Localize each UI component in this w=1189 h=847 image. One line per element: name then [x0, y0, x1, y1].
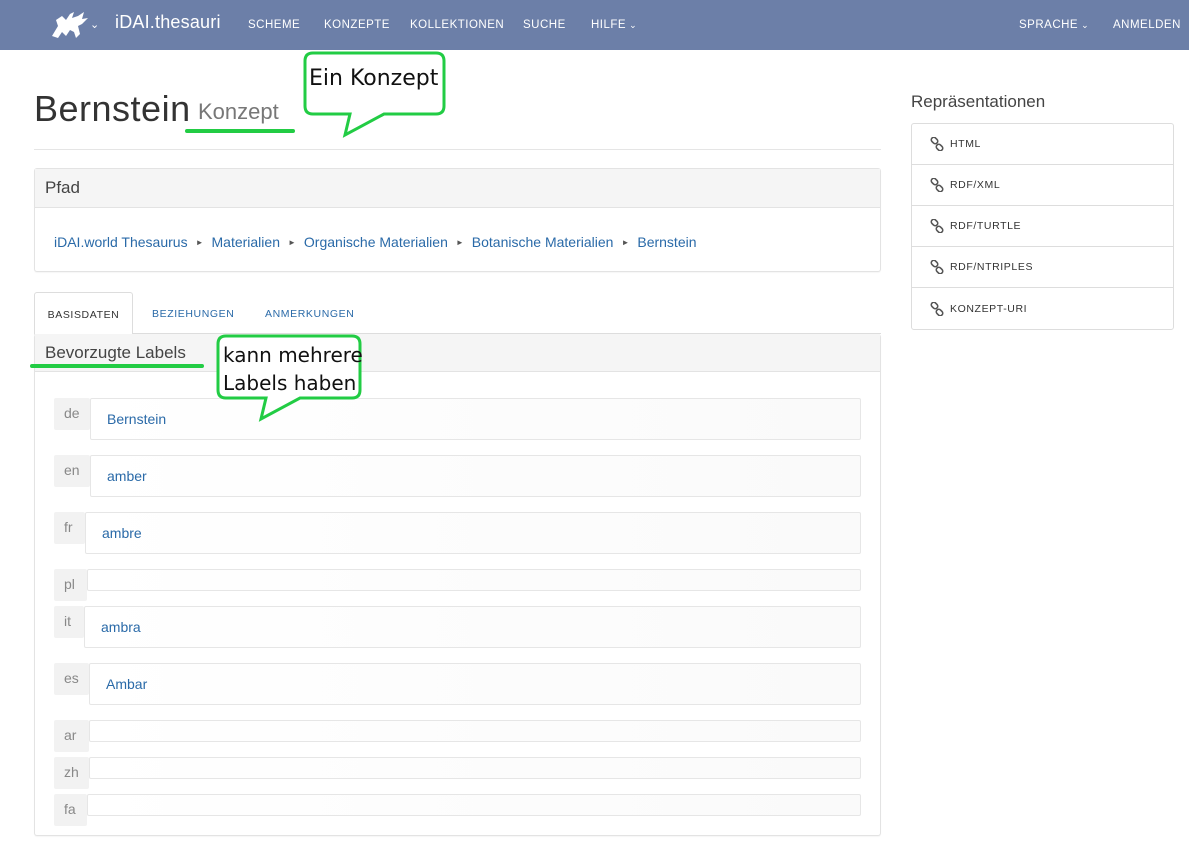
- nav-kollektionen[interactable]: KOLLEKTIONEN: [410, 19, 504, 31]
- label-value-box: Ambar: [89, 663, 861, 705]
- tab-beziehungen[interactable]: BEZIEHUNGEN: [152, 292, 234, 334]
- rep-label: RDF/NTRIPLES: [950, 261, 1034, 273]
- link-icon: [930, 178, 944, 192]
- tab-basisdaten[interactable]: BASISDATEN: [34, 292, 133, 335]
- link-icon: [930, 260, 944, 274]
- language-code: pl: [54, 569, 87, 601]
- callout-text: kann mehrere: [223, 343, 363, 367]
- divider: [34, 149, 881, 150]
- chevron-down-icon: ⌄: [629, 20, 638, 30]
- language-code: de: [54, 398, 90, 430]
- label-value-box: ambra: [84, 606, 861, 648]
- link-icon: [930, 301, 944, 316]
- page-subtitle: Konzept: [198, 99, 279, 124]
- breadcrumb-separator-icon: ►: [195, 238, 204, 247]
- nav-sprache[interactable]: SPRACHE ⌄: [1019, 19, 1089, 31]
- language-code: en: [54, 455, 90, 487]
- breadcrumb: iDAI.world Thesaurus ► Materialien ► Organis…: [54, 234, 697, 250]
- language-code: it: [54, 606, 84, 638]
- tab-anmerkungen[interactable]: ANMERKUNGEN: [265, 292, 354, 334]
- label-value-box: [89, 720, 861, 742]
- label-link[interactable]: Ambar: [106, 676, 147, 692]
- rep-label: RDF/TURTLE: [950, 220, 1022, 232]
- representations-title: Repräsentationen: [911, 92, 1046, 111]
- griffin-logo-icon[interactable]: [48, 10, 90, 40]
- breadcrumb-link[interactable]: iDAI.world Thesaurus: [54, 234, 188, 250]
- language-code: fa: [54, 794, 87, 826]
- rep-rdfturtle-link[interactable]: RDF/TURTLE: [912, 206, 1173, 247]
- label-value-box: [87, 794, 861, 816]
- rep-html-link[interactable]: HTML: [912, 124, 1173, 165]
- top-navbar: ⌄ iDAI.thesauri SCHEME KONZEPTE KOLLEKTI…: [0, 0, 1189, 50]
- label-value-box: amber: [90, 455, 861, 497]
- rep-rdfxml-link[interactable]: RDF/XML: [912, 165, 1173, 206]
- language-code: es: [54, 663, 89, 695]
- nav-anmelden[interactable]: ANMELDEN: [1113, 19, 1181, 31]
- nav-hilfe-label: HILFE: [591, 19, 627, 31]
- callout-text: Labels haben: [223, 371, 357, 395]
- label-link[interactable]: ambre: [102, 525, 142, 541]
- nav-scheme[interactable]: SCHEME: [248, 19, 300, 31]
- rep-label: KONZEPT-URI: [950, 302, 1028, 315]
- callout-text: Ein Konzept: [309, 66, 439, 91]
- page-title: Bernstein: [34, 88, 191, 129]
- language-code: ar: [54, 720, 89, 752]
- language-code: fr: [54, 512, 85, 544]
- breadcrumb-link[interactable]: Botanische Materialien: [472, 234, 614, 250]
- nav-sprache-label: SPRACHE: [1019, 19, 1079, 31]
- chevron-down-icon[interactable]: ⌄: [90, 18, 99, 31]
- brand-title[interactable]: iDAI.thesauri: [115, 12, 221, 33]
- path-panel-heading: Pfad: [35, 169, 880, 208]
- label-link[interactable]: amber: [107, 468, 147, 484]
- label-value-box: Bernstein: [90, 398, 861, 440]
- labels-panel-heading: Bevorzugte Labels: [35, 334, 880, 372]
- label-value-box: ambre: [85, 512, 861, 554]
- nav-suche[interactable]: SUCHE: [523, 19, 566, 31]
- rep-label: HTML: [950, 138, 981, 150]
- breadcrumb-separator-icon: ►: [621, 238, 630, 247]
- nav-hilfe[interactable]: HILFE ⌄: [591, 19, 637, 31]
- rep-rdfntriples-link[interactable]: RDF/NTRIPLES: [912, 247, 1173, 288]
- rep-konzepturi-link[interactable]: KONZEPT-URI: [912, 288, 1173, 329]
- rep-label: RDF/XML: [950, 179, 1001, 191]
- path-panel: Pfad iDAI.world Thesaurus ► Materialien ► Or…: [34, 168, 881, 272]
- language-code: zh: [54, 757, 89, 789]
- tab-bar: BASISDATEN BEZIEHUNGEN ANMERKUNGEN: [34, 292, 881, 335]
- breadcrumb-link[interactable]: Organische Materialien: [304, 234, 448, 250]
- label-value-box: [89, 757, 861, 779]
- link-icon: [930, 219, 944, 233]
- label-value-box: [87, 569, 861, 591]
- representations-list: HTML RDF/XML RDF/TURTLE RDF/NTRIPLES KON…: [911, 123, 1174, 330]
- link-icon: [930, 137, 944, 151]
- label-link[interactable]: ambra: [101, 619, 141, 635]
- chevron-down-icon: ⌄: [1081, 20, 1090, 30]
- breadcrumb-separator-icon: ►: [287, 238, 296, 247]
- breadcrumb-link[interactable]: Materialien: [212, 234, 280, 250]
- label-link[interactable]: Bernstein: [107, 411, 166, 427]
- breadcrumb-link[interactable]: Bernstein: [637, 234, 696, 250]
- breadcrumb-separator-icon: ►: [455, 238, 464, 247]
- nav-konzepte[interactable]: KONZEPTE: [324, 19, 390, 31]
